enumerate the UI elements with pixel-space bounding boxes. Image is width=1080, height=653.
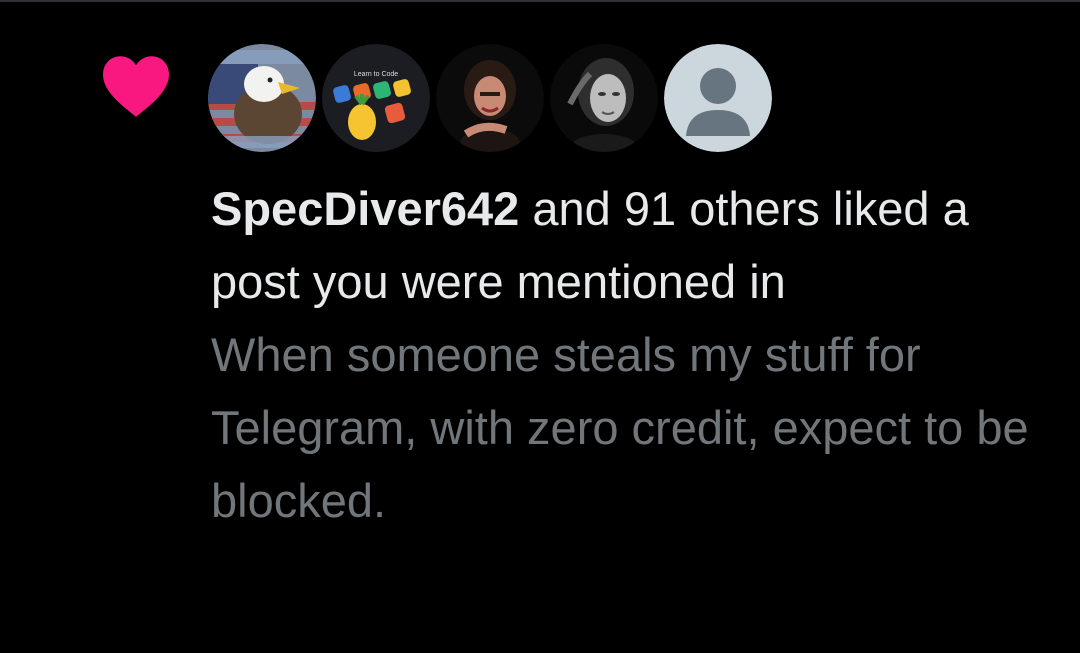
notification-body: SpecDiver642 and 91 others liked a post … (211, 172, 1031, 537)
username-link[interactable]: SpecDiver642 (211, 182, 519, 235)
learn-to-code-avatar[interactable]: Learn to Code (322, 44, 430, 152)
eagle-flag-avatar[interactable] (208, 44, 316, 152)
avatar-row: Learn to Code (208, 44, 772, 154)
learn-to-code-caption: Learn to Code (354, 71, 398, 78)
bw-woman-portrait-avatar[interactable] (550, 44, 658, 152)
woman-portrait-avatar[interactable] (436, 44, 544, 152)
like-notification[interactable]: Learn to Code SpecDiver642 and 91 others… (0, 0, 1080, 653)
post-preview-text[interactable]: When someone steals my stuff for Telegra… (211, 318, 1031, 537)
heart-icon (100, 52, 172, 118)
notification-summary: SpecDiver642 and 91 others liked a post … (211, 172, 1031, 318)
default-profile-avatar[interactable] (664, 44, 772, 152)
